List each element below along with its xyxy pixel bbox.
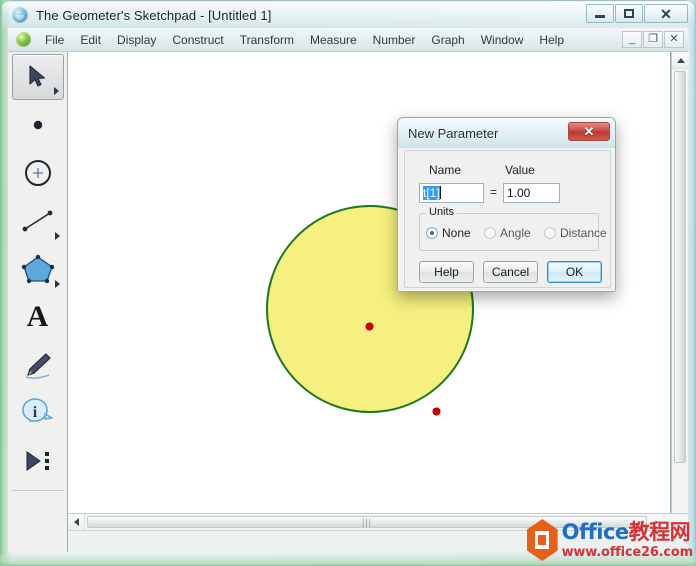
minimize-button[interactable] xyxy=(586,4,614,23)
watermark-text-block: Office教程网 www.office26.com xyxy=(561,519,694,560)
menu-item-display[interactable]: Display xyxy=(109,30,164,50)
mdi-minimize-button[interactable]: _ xyxy=(622,31,642,48)
watermark-brand-en: Office xyxy=(561,519,630,544)
mdi-restore-button[interactable]: ❐ xyxy=(643,31,663,48)
menu-item-help[interactable]: Help xyxy=(531,30,572,50)
parameter-value-input[interactable]: 1.00 xyxy=(503,183,560,203)
polygon-tool[interactable] xyxy=(12,246,64,292)
units-group: Units None Angle Distance xyxy=(419,206,607,251)
minimize-icon xyxy=(595,15,605,18)
compass-tool[interactable] xyxy=(12,150,64,196)
units-radio-distance[interactable]: Distance xyxy=(544,226,607,240)
chevron-up-icon xyxy=(676,57,685,63)
watermark-brand-cn: 教程网 xyxy=(628,519,691,544)
equals-sign: = xyxy=(490,185,498,199)
tool-palette: A i xyxy=(8,52,68,552)
sketchpad-globe-icon xyxy=(12,7,28,23)
chevron-left-icon xyxy=(73,518,79,526)
text-tool[interactable]: A xyxy=(12,294,64,340)
new-parameter-dialog: New Parameter ✕ Name Value t[1] = 1.00 U… xyxy=(397,117,616,292)
help-button[interactable]: Help xyxy=(419,261,474,283)
office-hexagon-logo-icon xyxy=(527,519,558,561)
document-icon[interactable] xyxy=(16,32,31,47)
units-radio-angle-label: Angle xyxy=(500,226,531,240)
tool-submenu-arrow-icon[interactable] xyxy=(54,232,60,240)
arrow-cursor-icon xyxy=(28,65,45,87)
maximize-icon xyxy=(624,9,634,18)
units-radio-distance-label: Distance xyxy=(560,226,607,240)
radio-selected-icon xyxy=(426,227,438,239)
maximize-button[interactable] xyxy=(615,4,643,23)
parameter-name-value: t[1] xyxy=(423,186,440,200)
letter-a-icon: A xyxy=(26,300,49,333)
office-tutorial-watermark: Office教程网 www.office26.com xyxy=(527,517,693,563)
pen-marker-icon xyxy=(25,353,51,379)
window-controls: ✕ xyxy=(585,4,688,24)
point-tool[interactable] xyxy=(12,102,64,148)
line-segment-icon xyxy=(22,210,52,232)
point-dot-icon xyxy=(33,120,42,130)
dialog-body: Name Value t[1] = 1.00 Units None Angle xyxy=(404,150,611,288)
circle-compass-icon xyxy=(24,160,51,186)
mdi-close-button[interactable]: ✕ xyxy=(664,31,684,48)
straightedge-tool[interactable] xyxy=(12,198,64,244)
play-dots-icon xyxy=(26,451,49,471)
text-caret xyxy=(439,186,441,199)
scroll-thumb-grip: ||| xyxy=(361,517,372,527)
information-tool[interactable]: i xyxy=(12,390,64,436)
tool-submenu-arrow-icon[interactable] xyxy=(54,280,60,288)
menu-item-window[interactable]: Window xyxy=(473,30,532,50)
units-radio-none[interactable]: None xyxy=(426,226,471,240)
vertical-scroll-thumb[interactable] xyxy=(674,71,686,463)
value-field-label: Value xyxy=(505,163,535,177)
vertical-scrollbar[interactable] xyxy=(671,52,689,530)
menu-item-transform[interactable]: Transform xyxy=(232,30,302,50)
scroll-left-button[interactable] xyxy=(68,514,85,530)
units-radio-angle[interactable]: Angle xyxy=(484,226,531,240)
circle-radius-point[interactable] xyxy=(433,408,440,415)
watermark-brand: Office教程网 xyxy=(561,519,693,544)
units-group-legend: Units xyxy=(426,206,458,218)
dialog-close-button[interactable]: ✕ xyxy=(568,122,610,141)
dialog-title: New Parameter xyxy=(408,125,499,141)
arrow-select-tool[interactable] xyxy=(11,54,64,100)
menu-item-construct[interactable]: Construct xyxy=(164,30,231,50)
dialog-title-bar: New Parameter ✕ xyxy=(398,118,615,148)
radio-empty-icon xyxy=(484,227,496,239)
menu-bar: File Edit Display Construct Transform Me… xyxy=(8,28,688,52)
menu-item-file[interactable]: File xyxy=(37,30,72,50)
menu-item-graph[interactable]: Graph xyxy=(423,30,472,50)
radio-empty-icon xyxy=(544,227,556,239)
title-bar: The Geometer's Sketchpad - [Untitled 1] … xyxy=(2,2,694,28)
scroll-up-button[interactable] xyxy=(672,52,689,69)
menu-item-number[interactable]: Number xyxy=(365,30,424,50)
name-field-label: Name xyxy=(429,163,462,177)
menu-item-measure[interactable]: Measure xyxy=(302,30,365,50)
custom-tool[interactable] xyxy=(12,438,64,484)
circle-center-point[interactable] xyxy=(366,323,373,330)
mdi-window-controls: _ ❐ ✕ xyxy=(621,31,684,48)
toolbar-divider xyxy=(11,490,64,491)
window-title: The Geometer's Sketchpad - [Untitled 1] xyxy=(36,7,272,23)
pentagon-icon xyxy=(21,254,54,284)
close-button[interactable]: ✕ xyxy=(644,4,688,23)
tool-submenu-arrow-icon[interactable] xyxy=(53,87,59,95)
cancel-button[interactable]: Cancel xyxy=(483,261,538,283)
parameter-name-input[interactable]: t[1] xyxy=(419,183,484,203)
units-radio-none-label: None xyxy=(442,226,471,240)
menu-item-edit[interactable]: Edit xyxy=(72,30,109,50)
info-bubble-icon: i xyxy=(21,398,53,422)
close-icon: ✕ xyxy=(660,5,672,22)
watermark-url: www.office26.com xyxy=(561,544,694,560)
sketchpad-application-window: The Geometer's Sketchpad - [Untitled 1] … xyxy=(0,0,696,566)
svg-text:i: i xyxy=(32,404,37,421)
office-document-glyph xyxy=(535,531,550,549)
parameter-value-text: 1.00 xyxy=(507,186,531,200)
marker-tool[interactable] xyxy=(12,342,64,388)
ok-button[interactable]: OK xyxy=(547,261,602,283)
